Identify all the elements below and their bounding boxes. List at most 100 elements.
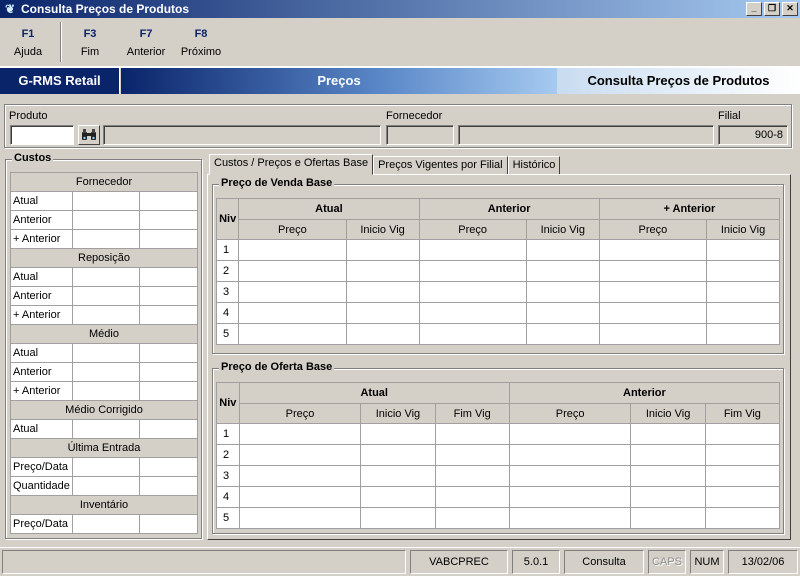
venda-grid: Niv Atual Anterior + Anterior Preço Inicio Vi… [215, 198, 781, 345]
column-header[interactable]: Inicio Vig [525, 219, 600, 240]
grid-cell[interactable] [418, 281, 527, 303]
fkey-help[interactable]: F1 Ajuda [12, 28, 44, 58]
row-number: 5 [215, 323, 240, 345]
grid-cell[interactable] [508, 465, 632, 487]
fkey-code: F8 [194, 28, 208, 40]
tab-precos-vigentes[interactable]: Preços Vigentes por Filial [373, 156, 508, 175]
grid-cell[interactable] [238, 507, 362, 529]
grid-cell[interactable] [418, 239, 527, 261]
grid-cell[interactable] [434, 465, 510, 487]
grid-cell[interactable] [706, 323, 780, 345]
grid-cell[interactable] [345, 302, 420, 324]
grid-cell[interactable] [434, 444, 510, 466]
grid-cell[interactable] [238, 486, 362, 508]
column-header[interactable]: Preço [238, 403, 362, 424]
grid-cell[interactable] [434, 486, 510, 508]
column-header[interactable]: Fim Vig [434, 403, 510, 424]
grid-cell[interactable] [360, 444, 436, 466]
grid-cell[interactable] [360, 507, 436, 529]
grid-cell[interactable] [508, 507, 632, 529]
grid-cell[interactable] [598, 323, 708, 345]
grid-cell[interactable] [238, 423, 362, 445]
grid-cell[interactable] [434, 423, 510, 445]
tab-custos-precos-ofertas[interactable]: Custos / Preços e Ofertas Base [209, 154, 374, 175]
produto-search-button[interactable] [78, 125, 100, 145]
grid-cell[interactable] [418, 323, 527, 345]
fkey-exit[interactable]: F3 Fim [72, 28, 108, 58]
custos-row: Anterior [10, 362, 199, 382]
grid-cell[interactable] [238, 239, 347, 261]
grid-cell[interactable] [418, 260, 527, 282]
custos-value-cell [138, 381, 199, 401]
custos-value-cell [71, 229, 140, 249]
grid-cell[interactable] [238, 281, 347, 303]
column-header[interactable]: Fim Vig [704, 403, 781, 424]
grid-cell[interactable] [508, 423, 632, 445]
grid-cell[interactable] [360, 486, 436, 508]
column-header[interactable]: Inicio Vig [630, 403, 706, 424]
restore-button[interactable]: ❐ [764, 2, 780, 16]
produto-input[interactable] [10, 125, 74, 145]
custos-value-cell [71, 362, 140, 382]
grid-cell[interactable] [706, 260, 780, 282]
grid-cell[interactable] [508, 444, 632, 466]
column-header[interactable]: Preço [508, 403, 632, 424]
column-header[interactable]: Preço [238, 219, 347, 240]
row-number: 3 [215, 281, 240, 303]
grid-cell[interactable] [345, 260, 420, 282]
grid-cell[interactable] [630, 444, 706, 466]
fkey-label: Anterior [126, 46, 166, 58]
grid-cell[interactable] [434, 507, 510, 529]
grid-cell[interactable] [238, 260, 347, 282]
grid-cell[interactable] [706, 302, 780, 324]
grid-cell[interactable] [238, 323, 347, 345]
grid-cell[interactable] [525, 281, 600, 303]
grid-cell[interactable] [704, 486, 781, 508]
fkey-next[interactable]: F8 Próximo [180, 28, 222, 58]
produto-label: Produto [9, 110, 48, 122]
grid-cell[interactable] [525, 323, 600, 345]
column-header[interactable]: Inicio Vig [706, 219, 780, 240]
grid-cell[interactable] [706, 239, 780, 261]
grid-cell[interactable] [360, 465, 436, 487]
custos-row-label: Atual [10, 267, 73, 287]
custos-value-cell [138, 229, 199, 249]
custos-value-cell [71, 286, 140, 306]
row-number: 2 [216, 444, 240, 466]
column-header[interactable]: Inicio Vig [345, 219, 420, 240]
grid-cell[interactable] [704, 444, 781, 466]
grid-cell[interactable] [598, 239, 708, 261]
column-header[interactable]: Inicio Vig [360, 403, 436, 424]
close-button[interactable]: ✕ [782, 2, 798, 16]
grid-cell[interactable] [598, 302, 708, 324]
grid-cell[interactable] [418, 302, 527, 324]
grid-cell[interactable] [598, 260, 708, 282]
grid-cell[interactable] [630, 465, 706, 487]
table-row: 5 [216, 507, 781, 529]
grid-cell[interactable] [630, 507, 706, 529]
minimize-button[interactable]: _ [746, 2, 762, 16]
grid-cell[interactable] [508, 486, 632, 508]
fkey-previous[interactable]: F7 Anterior [124, 28, 168, 58]
column-header[interactable]: Preço [598, 219, 708, 240]
grid-cell[interactable] [345, 281, 420, 303]
tab-historico[interactable]: Histórico [507, 156, 561, 175]
grid-cell[interactable] [630, 423, 706, 445]
grid-cell[interactable] [360, 423, 436, 445]
grid-cell[interactable] [704, 507, 781, 529]
grid-cell[interactable] [525, 302, 600, 324]
grid-cell[interactable] [345, 323, 420, 345]
grid-cell[interactable] [238, 302, 347, 324]
grid-cell[interactable] [525, 239, 600, 261]
grid-cell[interactable] [345, 239, 420, 261]
grid-cell[interactable] [525, 260, 600, 282]
grid-cell[interactable] [630, 486, 706, 508]
column-header[interactable]: Preço [418, 219, 527, 240]
grid-cell[interactable] [704, 423, 781, 445]
grid-cell[interactable] [706, 281, 780, 303]
grid-cell[interactable] [238, 465, 362, 487]
grid-cell[interactable] [704, 465, 781, 487]
produto-description-field [103, 125, 381, 145]
grid-cell[interactable] [238, 444, 362, 466]
grid-cell[interactable] [598, 281, 708, 303]
